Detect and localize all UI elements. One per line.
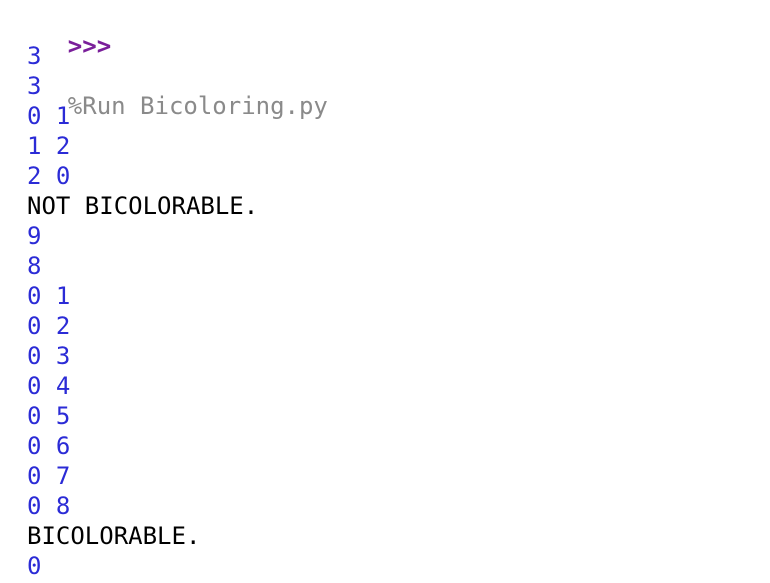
input-line: 1 2 bbox=[27, 132, 71, 160]
output-line: BICOLORABLE. bbox=[27, 522, 201, 550]
prompt-line: >>> %Run Bicoloring.py bbox=[10, 1, 328, 120]
input-line: 0 1 bbox=[27, 102, 71, 130]
input-line: 0 7 bbox=[27, 462, 71, 490]
input-line: 0 8 bbox=[27, 492, 71, 520]
input-line: 2 0 bbox=[27, 162, 71, 190]
input-line: 0 5 bbox=[27, 402, 71, 430]
input-line: 3 bbox=[27, 72, 42, 100]
console-output: 330 11 22 0 NOT BICOLORABLE. 9 8 0 10 20 30 … bbox=[27, 41, 258, 581]
input-line: 0 1 bbox=[27, 282, 71, 310]
input-line: 0 4 bbox=[27, 372, 71, 400]
shell-console[interactable]: >>> %Run Bicoloring.py 330 11 22 0 NOT BI… bbox=[0, 0, 770, 583]
input-line: 3 bbox=[27, 42, 42, 70]
input-line: 0 6 bbox=[27, 432, 71, 460]
input-line: 8 bbox=[27, 252, 42, 280]
input-line: 0 3 bbox=[27, 342, 71, 370]
input-line: 0 2 bbox=[27, 312, 71, 340]
input-line: 0 bbox=[27, 552, 42, 580]
output-line: NOT BICOLORABLE. bbox=[27, 192, 259, 220]
input-line: 9 bbox=[27, 222, 42, 250]
